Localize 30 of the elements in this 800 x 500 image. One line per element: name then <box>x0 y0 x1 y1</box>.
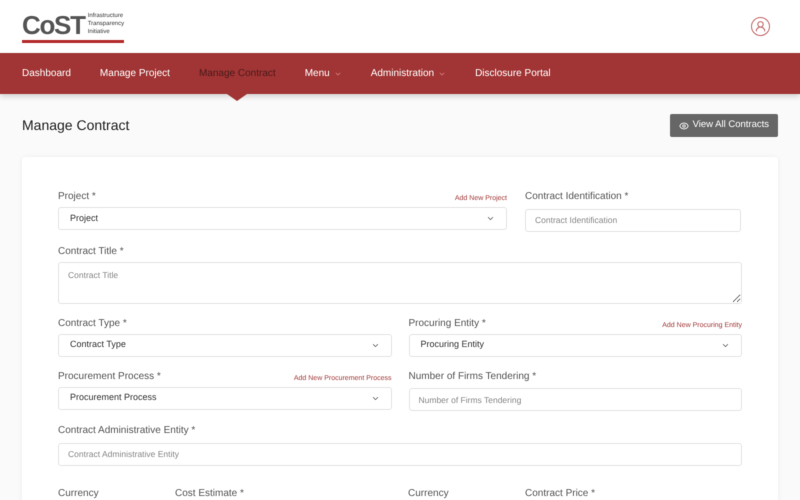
field-label: Currency <box>58 488 99 498</box>
select-field[interactable]: Procuring Entity <box>408 334 742 356</box>
field-label: Procurement Process * <box>58 372 161 382</box>
nav-item[interactable]: Disclosure Portal <box>475 53 551 94</box>
select-field[interactable]: Project <box>58 207 507 230</box>
nav-item[interactable]: Menu <box>304 53 342 94</box>
field-label: Procuring Entity * <box>408 318 486 328</box>
select-field[interactable]: Contract Type <box>58 334 392 356</box>
select-field[interactable]: Procurement Process <box>58 386 392 410</box>
nav-item[interactable]: Dashboard <box>22 53 71 94</box>
field-label: Contract Administrative Entity * <box>58 426 196 436</box>
field-label: Contract Title * <box>58 246 124 256</box>
field-label: Contract Identification * <box>525 192 628 202</box>
field-label: Number of Firms Tendering * <box>408 372 536 382</box>
nav-item[interactable]: Manage Project <box>100 53 170 94</box>
field-label: Cost Estimate * <box>175 488 244 498</box>
user-avatar-icon[interactable] <box>751 17 770 36</box>
page-title: Manage Contract <box>22 116 130 135</box>
field-label: Currency <box>408 488 449 498</box>
field-label: Project * <box>58 192 96 202</box>
field-label: Contract Price * <box>525 488 596 498</box>
textarea-field[interactable]: Contract Title <box>58 262 742 304</box>
view-all-button[interactable]: View All Contracts <box>670 114 778 137</box>
input-field[interactable]: Number of Firms Tendering <box>408 388 742 411</box>
input-field[interactable]: Contract Administrative Entity <box>58 442 742 466</box>
eye-icon <box>678 120 689 130</box>
chevron-down-icon <box>486 214 495 223</box>
input-field[interactable]: Contract Identification <box>525 208 741 232</box>
nav-item[interactable]: Administration <box>370 53 446 94</box>
field-label: Contract Type * <box>58 318 127 328</box>
